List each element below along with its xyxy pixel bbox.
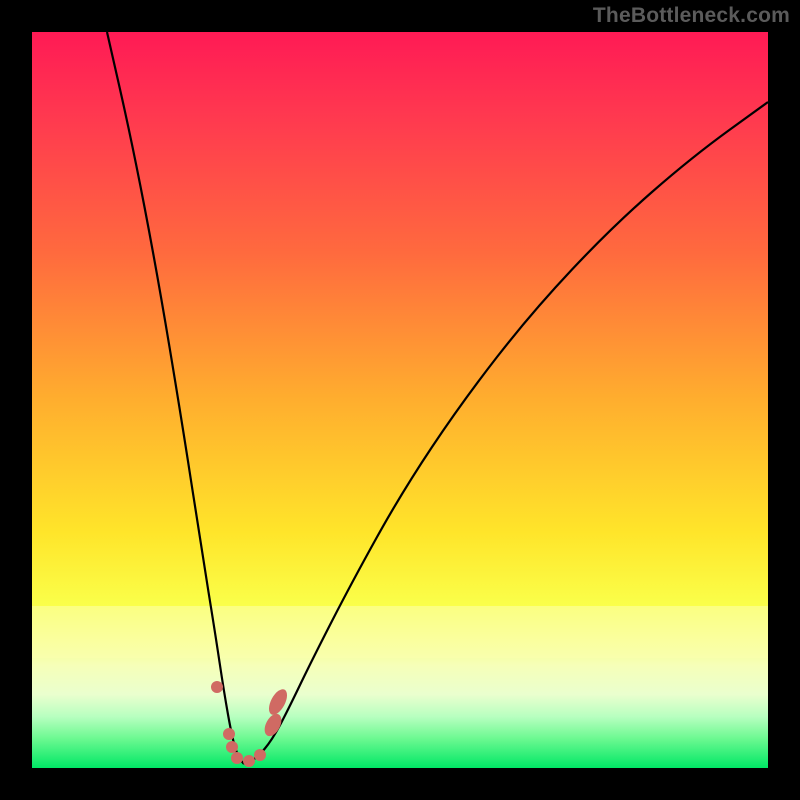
chart-frame: TheBottleneck.com bbox=[0, 0, 800, 800]
data-marker-dot bbox=[211, 681, 223, 693]
data-marker-dot bbox=[223, 728, 235, 740]
data-marker-dot bbox=[231, 752, 243, 764]
data-markers bbox=[211, 681, 291, 767]
plot-area bbox=[32, 32, 768, 768]
site-watermark: TheBottleneck.com bbox=[593, 4, 790, 28]
curve-right-branch bbox=[244, 102, 768, 764]
curve-left-branch bbox=[107, 32, 244, 764]
data-marker-dot bbox=[226, 741, 238, 753]
data-marker-dot bbox=[243, 755, 255, 767]
curve-layer bbox=[32, 32, 768, 768]
data-marker-dot bbox=[254, 749, 266, 761]
